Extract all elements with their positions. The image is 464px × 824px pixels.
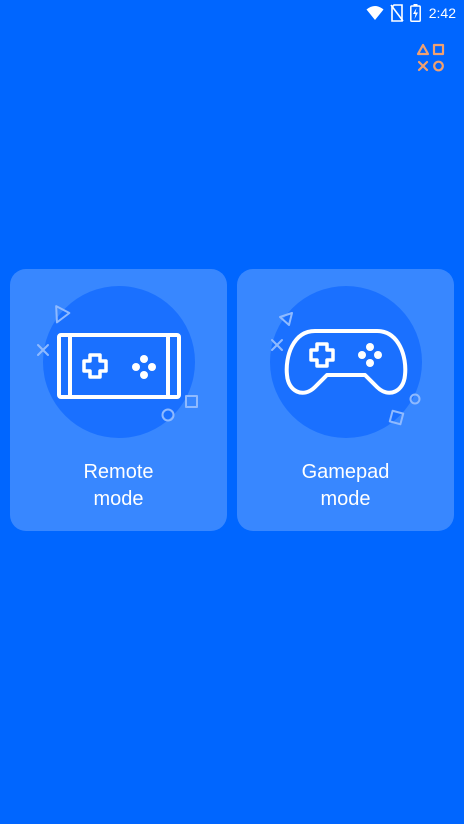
remote-mode-card[interactable]: Remote mode — [10, 269, 227, 531]
status-bar: 2:42 — [0, 0, 464, 26]
gamepad-mode-label: Gamepad mode — [301, 461, 390, 510]
remote-mode-illustration — [37, 286, 198, 438]
playstation-symbols-button[interactable] — [416, 42, 446, 74]
remote-mode-label: Remote mode — [83, 461, 154, 510]
gamepad-mode-illustration — [270, 286, 422, 438]
playstation-symbols-icon — [416, 43, 445, 72]
status-time: 2:42 — [428, 5, 456, 21]
wifi-icon — [366, 6, 384, 20]
no-sim-icon — [390, 4, 404, 22]
battery-charging-icon — [409, 4, 421, 22]
gamepad-mode-card[interactable]: Gamepad mode — [237, 269, 454, 531]
status-icons: 2:42 — [366, 3, 456, 23]
